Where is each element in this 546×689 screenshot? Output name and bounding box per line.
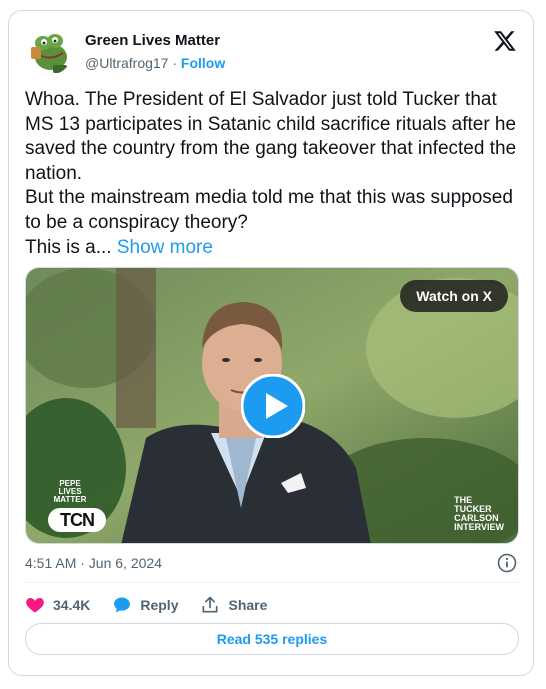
action-bar: 34.4K Reply Share xyxy=(25,593,289,617)
tweet-text-line: Whoa. The President of El Salvador just … xyxy=(25,89,517,184)
reply-label: Reply xyxy=(140,597,179,613)
tweet-text-line: This is a... Show more xyxy=(25,236,521,261)
watermark-left-line: MATTER xyxy=(53,495,87,504)
video-player[interactable]: Watch on X PEPE LIVES MATTER TCN THE TUC… xyxy=(25,267,519,544)
author-name[interactable]: Green Lives Matter xyxy=(85,32,220,49)
tweet-text: Whoa. The President of El Salvador just … xyxy=(25,88,521,260)
separator-dot: · xyxy=(172,55,178,71)
watch-on-x-button[interactable]: Watch on X xyxy=(400,280,508,312)
play-button[interactable] xyxy=(240,373,306,439)
reply-bubble-icon xyxy=(114,597,131,613)
x-logo-icon[interactable] xyxy=(493,29,517,53)
like-button[interactable]: 34.4K xyxy=(25,595,90,615)
tweet-truncated-text: This is a... xyxy=(25,236,112,258)
share-label: Share xyxy=(228,597,268,613)
share-icon xyxy=(202,596,218,613)
tweet-text-line: But the mainstream media told me that th… xyxy=(25,187,513,233)
like-count: 34.4K xyxy=(53,597,91,613)
tweet-card: Green Lives Matter @Ultrafrog17 · Follow… xyxy=(8,10,534,676)
divider xyxy=(25,582,519,583)
follow-button[interactable]: Follow xyxy=(181,55,225,71)
watermark-right: THE TUCKER CARLSON INTERVIEW xyxy=(454,496,504,532)
info-icon[interactable] xyxy=(497,553,517,573)
avatar[interactable] xyxy=(25,27,73,75)
timestamp[interactable]: 4:51 AM · Jun 6, 2024 xyxy=(25,555,162,571)
tcn-logo: TCN xyxy=(48,508,106,532)
share-button[interactable]: Share xyxy=(200,595,267,615)
author-handle[interactable]: @Ultrafrog17 xyxy=(85,55,168,71)
show-more-link[interactable]: Show more xyxy=(117,237,213,258)
read-replies-button[interactable]: Read 535 replies xyxy=(25,623,519,655)
watermark-left: PEPE LIVES MATTER xyxy=(50,480,90,504)
author-handle-row: @Ultrafrog17 · Follow xyxy=(85,55,225,71)
heart-icon xyxy=(26,598,44,613)
watermark-right-line: INTERVIEW xyxy=(454,522,504,532)
reply-button[interactable]: Reply xyxy=(112,595,178,615)
